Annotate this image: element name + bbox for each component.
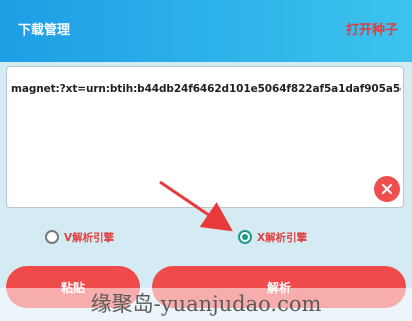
open-torrent-button[interactable]: 打开种子 — [346, 19, 398, 38]
watermark: 缘聚岛-yuanjudao.com — [0, 288, 412, 321]
radio-x-engine[interactable]: X解析引擎 — [238, 228, 307, 246]
close-icon — [382, 184, 392, 194]
clear-input-button[interactable] — [374, 176, 400, 202]
app-header: 下载管理 打开种子 — [0, 0, 412, 62]
magnet-input-value[interactable]: magnet:?xt=urn:btih:b44db24f6462d101e506… — [11, 83, 401, 95]
radio-button-checked-icon[interactable] — [238, 230, 252, 244]
radio-v-engine[interactable]: V解析引擎 — [45, 228, 114, 246]
radio-button-icon[interactable] — [45, 230, 59, 244]
magnet-input[interactable]: magnet:?xt=urn:btih:b44db24f6462d101e506… — [6, 66, 404, 208]
radio-v-engine-label: V解析引擎 — [64, 231, 115, 244]
radio-x-engine-label: X解析引擎 — [257, 231, 308, 244]
page-title: 下载管理 — [18, 23, 71, 38]
